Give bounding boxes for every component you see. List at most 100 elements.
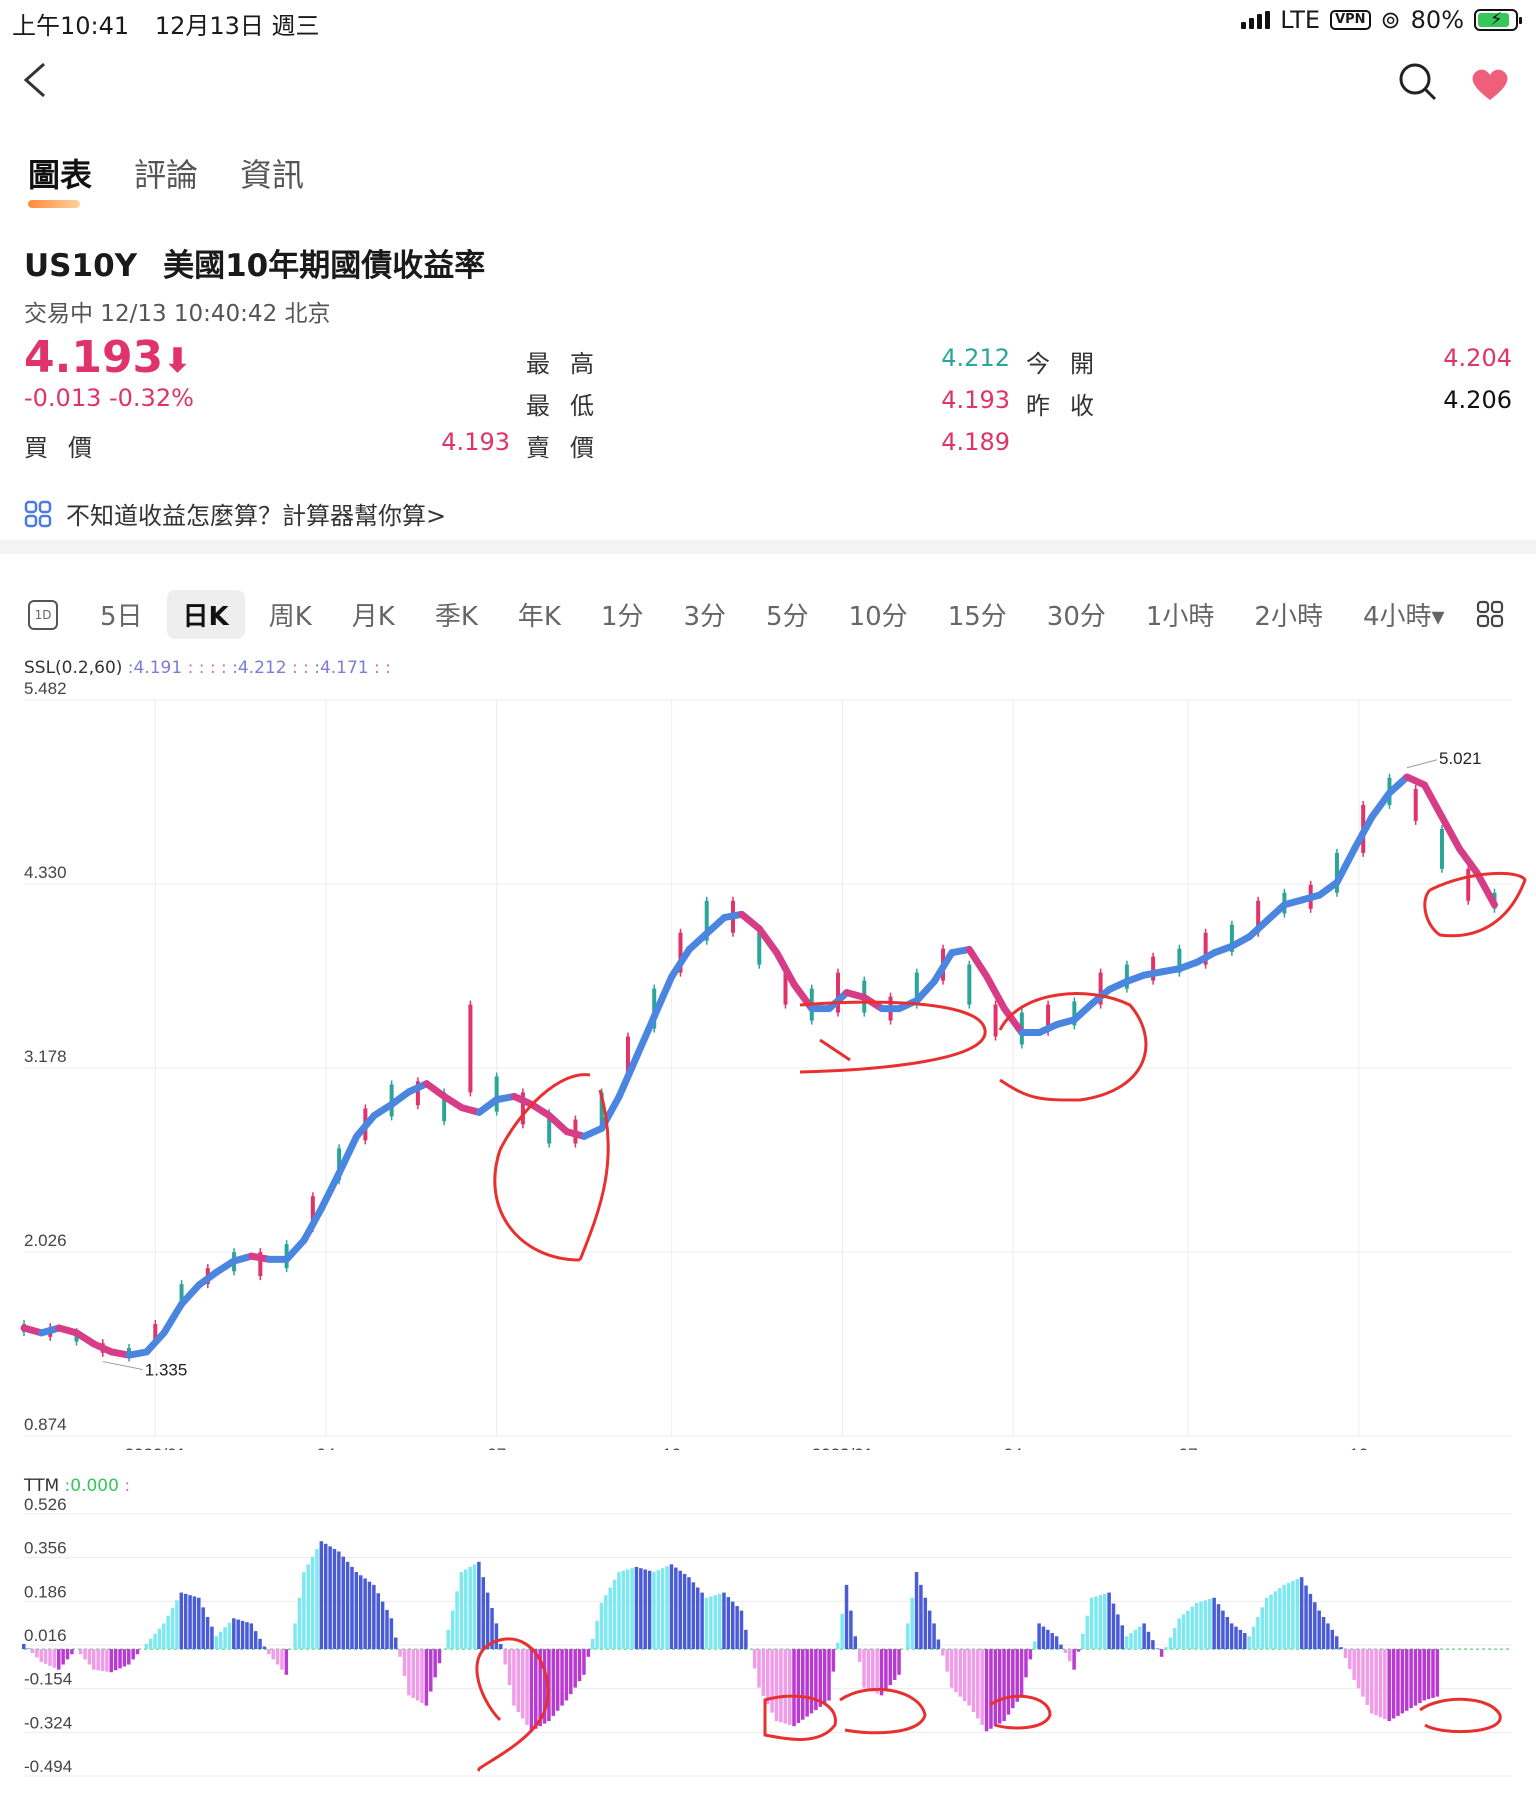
open-label: 今開 xyxy=(1026,350,1114,378)
ttm-bar xyxy=(153,1633,157,1650)
ttm-bar xyxy=(1431,1649,1435,1698)
x-tick-label: 2023/01 xyxy=(812,1445,873,1450)
x-tick-label: 2022/01 xyxy=(125,1445,186,1450)
period-tab-0[interactable]: 5日 xyxy=(84,590,159,639)
period-tab-10[interactable]: 15分 xyxy=(932,590,1023,639)
ttm-bar xyxy=(468,1566,472,1650)
ttm-bar xyxy=(271,1649,275,1660)
candle-body xyxy=(757,932,762,965)
ttm-bar xyxy=(1365,1649,1370,1705)
ttm-annotation-circle xyxy=(839,1687,927,1735)
period-tab-13[interactable]: 2小時 xyxy=(1238,590,1339,639)
ssl-value-2: :4.212 xyxy=(232,658,287,678)
ttm-bar xyxy=(507,1649,512,1686)
period-tab-1[interactable]: 日K xyxy=(166,590,245,639)
search-icon[interactable] xyxy=(1398,62,1438,102)
tab-info[interactable]: 資訊 xyxy=(240,150,304,196)
ttm-bar xyxy=(57,1649,61,1670)
period-tab-4[interactable]: 季K xyxy=(419,590,494,639)
ttm-bar xyxy=(113,1649,118,1671)
ttm-bar xyxy=(415,1649,420,1701)
period-tab-list: 5日 日K 周K 月K 季K 年K 1分 3分 5分 10分 15分 30分 1小時 2小時 4小時▾ xyxy=(84,590,1469,639)
ttm-bar xyxy=(1422,1649,1426,1701)
ticker-title: US10Y 美國10年期國債收益率 xyxy=(24,240,511,285)
ttm-bar xyxy=(385,1609,389,1650)
ttm-bar xyxy=(227,1622,232,1650)
ttm-bar xyxy=(766,1649,770,1705)
period-tab-5[interactable]: 年K xyxy=(502,590,577,639)
ssl-segment xyxy=(1263,901,1288,925)
ttm-bar xyxy=(875,1649,879,1694)
ttm-bar xyxy=(1413,1649,1418,1706)
ssl-value-1: :4.191 xyxy=(127,658,183,678)
ttm-bar xyxy=(358,1575,363,1650)
ttm-bar xyxy=(582,1649,586,1675)
period-tab-8[interactable]: 5分 xyxy=(750,590,825,639)
vpn-badge: VPN xyxy=(1330,10,1371,30)
prev-close-value: 4.206 xyxy=(1443,386,1512,414)
ttm-bar xyxy=(1173,1627,1177,1650)
candle-body xyxy=(1413,788,1418,821)
ttm-bar xyxy=(1107,1592,1111,1650)
ttm-bar xyxy=(22,1643,26,1650)
tab-chart[interactable]: 圖表 xyxy=(28,150,92,208)
ttm-bar xyxy=(1238,1629,1243,1650)
period-tab-12[interactable]: 1小時 xyxy=(1130,590,1231,639)
bid-label: 買價 xyxy=(24,434,112,462)
ttm-bar xyxy=(1313,1602,1317,1650)
ttm-bar xyxy=(162,1623,166,1650)
ttm-bar xyxy=(849,1610,853,1650)
ttm-bar xyxy=(341,1556,345,1650)
ttm-bar xyxy=(1041,1626,1046,1650)
period-1d-icon[interactable]: 1D xyxy=(28,599,58,630)
ttm-bar xyxy=(407,1649,411,1696)
ttm-bar xyxy=(888,1649,893,1686)
ttm-bar xyxy=(713,1595,717,1650)
tab-comments[interactable]: 評論 xyxy=(134,150,198,196)
ttm-bar xyxy=(1299,1577,1304,1650)
x-tick-label: 07 xyxy=(487,1445,506,1450)
ttm-bar xyxy=(932,1623,936,1650)
bid-value: 4.193 xyxy=(441,428,510,456)
price-chart[interactable]: 5.482 4.330 3.178 2.026 0.874 2022/01 04 07 10 20… xyxy=(0,680,1536,1450)
ssl-segment xyxy=(685,930,711,953)
ttm-bar xyxy=(135,1649,140,1655)
ssl-value-3: :4.171 xyxy=(314,658,369,678)
ttm-bar xyxy=(1138,1626,1142,1650)
ttm-bar xyxy=(402,1649,407,1677)
ttm-bar xyxy=(941,1649,945,1656)
high-label: 最高 xyxy=(526,350,614,378)
last-price: 4.193⬇ xyxy=(24,332,192,383)
ssl-dots-1: : : : : xyxy=(182,658,227,678)
ttm-bar xyxy=(761,1649,766,1696)
high-value: 4.212 xyxy=(941,344,1010,372)
period-tab-2[interactable]: 周K xyxy=(253,590,328,639)
ttm-bar xyxy=(1159,1649,1164,1657)
period-tab-14[interactable]: 4小時▾ xyxy=(1347,590,1461,639)
period-tab-6[interactable]: 1分 xyxy=(585,590,660,639)
ttm-bar xyxy=(1208,1599,1212,1650)
ttm-bar xyxy=(280,1649,284,1670)
period-tab-7[interactable]: 3分 xyxy=(668,590,743,639)
more-grid-icon[interactable] xyxy=(1476,600,1506,630)
calculator-link[interactable]: 不知道收益怎麼算？計算器幫你算> xyxy=(24,496,446,531)
chevron-left-icon[interactable] xyxy=(20,60,50,100)
ttm-bar xyxy=(730,1601,735,1650)
ttm-bar xyxy=(122,1649,127,1667)
period-tab-9[interactable]: 10分 xyxy=(833,590,924,639)
ttm-bar xyxy=(809,1649,814,1714)
ttm-bar xyxy=(1194,1602,1199,1650)
ticker-symbol: US10Y xyxy=(24,248,138,284)
ttm-bar xyxy=(884,1649,888,1691)
ttm-bar xyxy=(612,1579,617,1650)
period-tab-3[interactable]: 月K xyxy=(336,590,411,639)
period-tab-11[interactable]: 30分 xyxy=(1031,590,1122,639)
ttm-bar xyxy=(446,1629,451,1650)
ttm-y-tick-label: 0.356 xyxy=(24,1539,67,1558)
ttm-bar xyxy=(253,1631,258,1650)
ttm-chart[interactable]: 0.526 0.356 0.186 0.016 -0.154 -0.324 -0.494 xyxy=(0,1496,1536,1806)
ttm-bar xyxy=(1072,1649,1076,1670)
ttm-bar xyxy=(892,1649,897,1680)
price-change: -0.013 -0.32% xyxy=(24,384,194,412)
heart-icon[interactable] xyxy=(1470,66,1510,102)
